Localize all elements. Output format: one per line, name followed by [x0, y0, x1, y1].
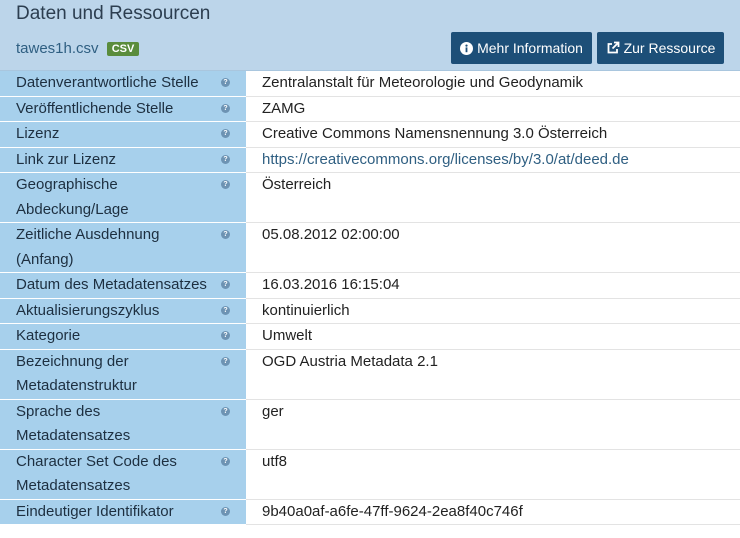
metadata-value-cell: Österreich	[246, 172, 740, 223]
metadata-key: Eindeutiger Identifikator	[16, 502, 174, 520]
metadata-key: Bezeichnung der Metadatenstruktur	[16, 352, 137, 395]
metadata-key: Datum des Metadatensatzes	[16, 276, 207, 293]
metadata-key-cell: Veröffentlichende Stelle?	[0, 96, 246, 122]
go-to-resource-label: Zur Ressource	[623, 40, 716, 56]
metadata-value-cell: kontinuierlich	[246, 298, 740, 324]
metadata-value-cell: utf8	[246, 449, 740, 500]
metadata-value: Umwelt	[262, 327, 313, 344]
metadata-key: Zeitliche Ausdehnung (Anfang)	[16, 226, 160, 268]
panel-title: Daten und Ressourcen	[16, 3, 211, 24]
metadata-key: Link zur Lizenz	[16, 150, 117, 168]
metadata-key-cell: Datum des Metadatensatzes?	[0, 272, 246, 299]
metadata-value: ZAMG	[262, 99, 306, 117]
help-icon[interactable]: ?	[221, 356, 230, 366]
metadata-key-cell: Character Set Code des Metadatensatzes?	[0, 449, 246, 500]
metadata-row: Eindeutiger Identifikator? 9b40a0af-a6fe-…	[0, 499, 740, 525]
help-icon[interactable]: ?	[221, 154, 230, 164]
metadata-row: Bezeichnung der Metadatenstruktur? OGD Au…	[0, 349, 740, 400]
metadata-key: Veröffentlichende Stelle	[16, 99, 174, 117]
metadata-key-cell: Aktualisierungszyklus?	[0, 298, 246, 324]
help-icon[interactable]: ?	[221, 305, 230, 315]
metadata-row: Character Set Code des Metadatensatzes? u…	[0, 449, 740, 500]
metadata-value-cell: ZAMG	[246, 96, 740, 122]
metadata-value: 05.08.2012 02:00:00	[262, 226, 400, 243]
metadata-key: Datenverantwortliche Stelle	[16, 74, 199, 91]
metadata-key: Kategorie	[16, 327, 81, 344]
metadata-key: Lizenz	[16, 125, 60, 142]
metadata-value: ger	[262, 402, 284, 420]
metadata-key: Sprache des Metadatensatzes	[16, 402, 131, 445]
metadata-key-cell: Lizenz?	[0, 121, 246, 148]
info-circle-icon	[460, 34, 474, 66]
metadata-key: Geographische Abdeckung/Lage	[16, 176, 129, 218]
metadata-row: Sprache des Metadatensatzes? ger	[0, 399, 740, 450]
metadata-key: Character Set Code des Metadatensatzes	[16, 452, 177, 495]
metadata-key-cell: Sprache des Metadatensatzes?	[0, 399, 246, 450]
metadata-value-cell: https://creativecommons.org/licenses/by/…	[246, 147, 740, 173]
go-to-resource-button[interactable]: Zur Ressource	[597, 32, 724, 64]
help-icon[interactable]: ?	[221, 406, 230, 416]
metadata-value-cell: 9b40a0af-a6fe-47ff-9624-2ea8f40c746f	[246, 499, 740, 525]
help-icon[interactable]: ?	[221, 331, 230, 340]
metadata-value: 16.03.2016 16:15:04	[262, 276, 400, 293]
metadata-value: OGD Austria Metadata 2.1	[262, 352, 438, 370]
metadata-value-cell: OGD Austria Metadata 2.1	[246, 349, 740, 400]
metadata-row: Geographische Abdeckung/Lage? Österreich	[0, 172, 740, 223]
metadata-value: Creative Commons Namensnennung 3.0 Öster…	[262, 125, 608, 142]
resource-file: tawes1h.csv CSV	[16, 40, 140, 57]
metadata-value-cell: Zentralanstalt für Meteorologie und Geod…	[246, 71, 740, 97]
format-badge: CSV	[106, 42, 140, 56]
resource-filename-link[interactable]: tawes1h.csv	[16, 40, 99, 57]
more-information-label: Mehr Information	[477, 40, 583, 56]
help-icon[interactable]: ?	[221, 180, 230, 189]
metadata-value-cell: 05.08.2012 02:00:00	[246, 222, 740, 273]
help-icon[interactable]: ?	[221, 129, 230, 138]
metadata-key-cell: Kategorie?	[0, 323, 246, 350]
metadata-value: utf8	[262, 452, 288, 470]
metadata-value: kontinuierlich	[262, 301, 350, 319]
help-icon[interactable]: ?	[221, 103, 230, 113]
metadata-value-cell: 16.03.2016 16:15:04	[246, 272, 740, 299]
metadata-row: Link zur Lizenz? https://creativecommons.…	[0, 147, 740, 173]
panel-header: Daten und Ressourcen tawes1h.csv CSV Meh…	[0, 0, 740, 71]
help-icon[interactable]: ?	[221, 506, 230, 516]
metadata-key-cell: Eindeutiger Identifikator?	[0, 499, 246, 525]
metadata-key-cell: Link zur Lizenz?	[0, 147, 246, 173]
resources-panel: Daten und Ressourcen tawes1h.csv CSV Meh…	[0, 0, 740, 538]
help-icon[interactable]: ?	[221, 280, 230, 289]
metadata-value: 9b40a0af-a6fe-47ff-9624-2ea8f40c746f	[262, 502, 523, 520]
metadata-key-cell: Geographische Abdeckung/Lage?	[0, 172, 246, 223]
metadata-row: Datum des Metadatensatzes? 16.03.2016 16:…	[0, 272, 740, 299]
metadata-value-cell: ger	[246, 399, 740, 450]
metadata-value: Zentralanstalt für Meteorologie und Geod…	[262, 74, 584, 91]
external-link-icon	[606, 34, 620, 66]
help-icon[interactable]: ?	[221, 78, 230, 87]
metadata-row: Kategorie? Umwelt	[0, 323, 740, 350]
metadata-key: Aktualisierungszyklus	[16, 301, 160, 319]
help-icon[interactable]: ?	[221, 456, 230, 466]
license-link[interactable]: https://creativecommons.org/licenses/by/…	[262, 151, 629, 168]
metadata-row: Zeitliche Ausdehnung (Anfang)? 05.08.2012…	[0, 222, 740, 273]
metadata-value: Österreich	[262, 176, 332, 193]
help-icon[interactable]: ?	[221, 230, 230, 239]
metadata-table: Datenverantwortliche Stelle? Zentralansta…	[0, 71, 740, 525]
metadata-row: Datenverantwortliche Stelle? Zentralansta…	[0, 71, 740, 97]
metadata-row: Lizenz? Creative Commons Namensnennung 3.…	[0, 121, 740, 148]
metadata-key-cell: Zeitliche Ausdehnung (Anfang)?	[0, 222, 246, 273]
metadata-row: Aktualisierungszyklus? kontinuierlich	[0, 298, 740, 324]
metadata-key-cell: Bezeichnung der Metadatenstruktur?	[0, 349, 246, 400]
metadata-value-cell: Creative Commons Namensnennung 3.0 Öster…	[246, 121, 740, 148]
metadata-row: Veröffentlichende Stelle? ZAMG	[0, 96, 740, 122]
metadata-value-cell: Umwelt	[246, 323, 740, 350]
metadata-key-cell: Datenverantwortliche Stelle?	[0, 71, 246, 97]
more-information-button[interactable]: Mehr Information	[451, 32, 592, 64]
